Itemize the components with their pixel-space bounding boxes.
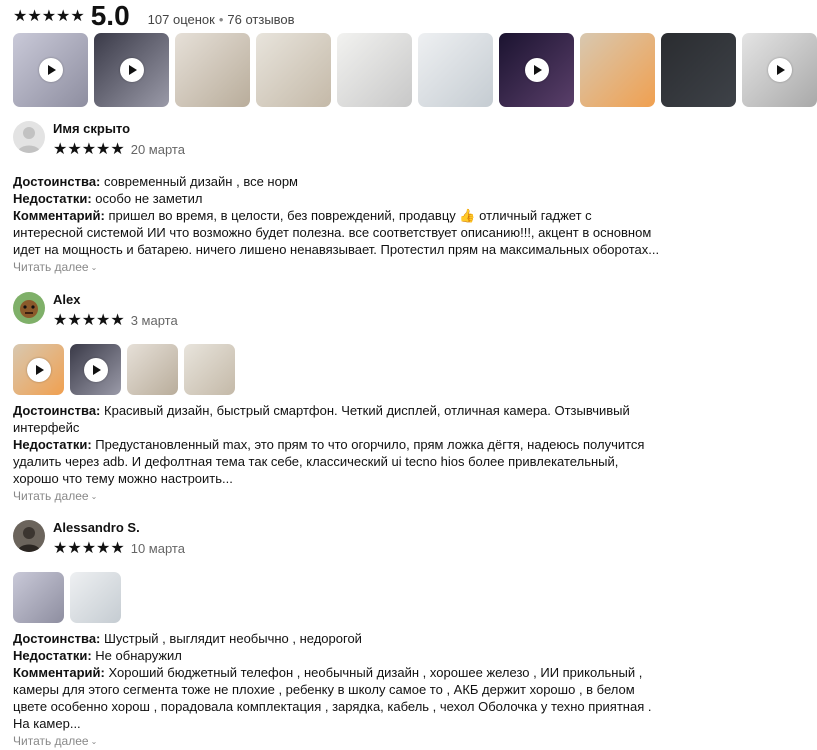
media-thumb[interactable] xyxy=(742,33,817,107)
chevron-down-icon: ⌄ xyxy=(90,737,98,746)
media-thumb[interactable] xyxy=(580,33,655,107)
review-stars-icon: ★★★★★ xyxy=(53,312,125,329)
review-body: Достоинства: современный дизайн , все но… xyxy=(13,173,663,276)
reviews-count[interactable]: 76 отзывов xyxy=(227,12,294,27)
play-icon xyxy=(38,58,63,82)
user-avatar-image xyxy=(13,292,45,324)
review-media xyxy=(13,344,235,395)
review-pros: Достоинства: современный дизайн , все но… xyxy=(13,174,298,189)
rating-stars-icon: ★★★★★ xyxy=(13,8,85,25)
review-card: Alex ★★★★★ 3 марта Достоинства: Красивый… xyxy=(13,292,713,505)
review-rating: ★★★★★ 10 марта xyxy=(53,538,185,558)
play-icon xyxy=(83,357,108,382)
media-thumb[interactable] xyxy=(184,344,235,395)
user-placeholder-icon xyxy=(13,121,45,153)
media-thumb[interactable] xyxy=(499,33,574,107)
review-stars-icon: ★★★★★ xyxy=(53,540,125,557)
media-thumb[interactable] xyxy=(127,344,178,395)
review-card: Alessandro S. ★★★★★ 10 марта Достоинства… xyxy=(13,520,713,748)
review-body: Достоинства: Красивый дизайн, быстрый см… xyxy=(13,402,663,505)
review-date: 20 марта xyxy=(130,141,185,157)
media-thumb[interactable] xyxy=(256,33,331,107)
avatar xyxy=(13,520,45,552)
read-more-link[interactable]: Читать далее ⌄ xyxy=(13,733,97,750)
review-comment: Комментарий: пришел во время, в целости,… xyxy=(13,208,660,257)
media-thumb[interactable] xyxy=(13,572,64,623)
media-thumb[interactable] xyxy=(13,33,88,107)
avatar xyxy=(13,121,45,153)
review-cons: Недостатки: особо не заметил xyxy=(13,191,203,206)
media-thumb[interactable] xyxy=(337,33,412,107)
review-pros: Достоинства: Шустрый , выглядит необычно… xyxy=(13,631,362,646)
play-icon xyxy=(524,58,549,82)
read-more-link[interactable]: Читать далее ⌄ xyxy=(13,488,97,505)
rating-score: 5.0 xyxy=(90,0,130,31)
review-date: 10 марта xyxy=(130,540,185,556)
media-thumb[interactable] xyxy=(70,344,121,395)
review-stars-icon: ★★★★★ xyxy=(53,141,125,158)
play-icon xyxy=(767,58,792,82)
play-icon xyxy=(26,357,51,382)
media-thumb[interactable] xyxy=(418,33,493,107)
review-rating: ★★★★★ 20 марта xyxy=(53,139,185,159)
review-author: Alex xyxy=(53,292,81,307)
rating-summary: ★★★★★ 5.0 107 оценок • 76 отзывов xyxy=(13,0,295,32)
review-body: Достоинства: Шустрый , выглядит необычно… xyxy=(13,630,663,750)
user-avatar-image xyxy=(13,520,45,552)
media-gallery xyxy=(13,33,817,107)
chevron-down-icon: ⌄ xyxy=(90,263,98,272)
review-card: Имя скрыто ★★★★★ 20 марта Достоинства: с… xyxy=(13,121,713,281)
chevron-down-icon: ⌄ xyxy=(90,492,98,501)
review-date: 3 марта xyxy=(130,312,178,328)
review-cons: Недостатки: Не обнаружил xyxy=(13,648,182,663)
media-thumb[interactable] xyxy=(175,33,250,107)
review-media xyxy=(13,572,121,623)
review-author: Alessandro S. xyxy=(53,520,140,535)
media-thumb[interactable] xyxy=(13,344,64,395)
review-rating: ★★★★★ 3 марта xyxy=(53,310,178,330)
avatar xyxy=(13,292,45,324)
rating-meta: 107 оценок • 76 отзывов xyxy=(147,11,295,27)
media-thumb[interactable] xyxy=(94,33,169,107)
read-more-link[interactable]: Читать далее ⌄ xyxy=(13,259,97,276)
review-comment: Комментарий: Хороший бюджетный телефон ,… xyxy=(13,665,652,731)
ratings-count[interactable]: 107 оценок xyxy=(148,12,215,27)
review-cons: Недостатки: Предустановленный max, это п… xyxy=(13,437,645,486)
review-pros: Достоинства: Красивый дизайн, быстрый см… xyxy=(13,403,630,435)
media-thumb[interactable] xyxy=(70,572,121,623)
media-thumb[interactable] xyxy=(661,33,736,107)
play-icon xyxy=(119,58,144,82)
review-author: Имя скрыто xyxy=(53,121,131,136)
